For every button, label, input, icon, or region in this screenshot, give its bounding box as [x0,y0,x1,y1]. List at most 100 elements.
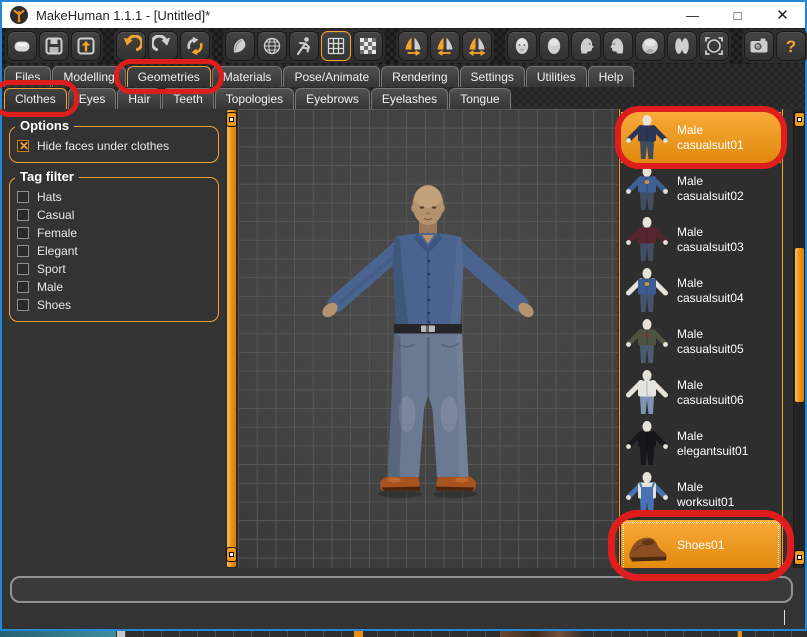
checkbox-row-male[interactable]: Male [17,278,211,296]
left-splitter-top-handle[interactable] [226,112,237,127]
list-item-casualsuit02[interactable]: Malecasualsuit02 [621,163,781,214]
list-item-casualsuit06[interactable]: Malecasualsuit06 [621,367,781,418]
toolbar-save-button[interactable] [39,31,69,61]
checkbox-row-hide-faces-under-clothes[interactable]: Hide faces under clothes [17,137,211,155]
list-item-elegantsuit01[interactable]: Maleelegantsuit01 [621,418,781,469]
toolbar-view-face-front-button[interactable] [507,31,537,61]
checkbox-row-female[interactable]: Female [17,224,211,242]
minimize-button[interactable]: — [670,2,715,28]
checkbox-label: Hide faces under clothes [37,139,169,153]
subtab-eyelashes[interactable]: Eyelashes [371,88,448,109]
tab-files[interactable]: Files [4,66,51,87]
list-item-casualsuit03[interactable]: Malecasualsuit03 [621,214,781,265]
clothes-list-scrollbar[interactable] [793,109,805,568]
view-frame-icon [703,35,725,57]
left-panel-splitter[interactable] [226,109,238,568]
toolbar-smooth-button[interactable] [225,31,255,61]
toolbar-screenshot-button[interactable] [744,31,774,61]
list-item-casualsuit01[interactable]: Malecasualsuit01 [621,112,781,163]
tagfilter-checkbox-shoes[interactable] [17,299,29,311]
subtab-teeth[interactable]: Teeth [162,88,213,109]
toolbar-symmetry-both-button[interactable] [462,31,492,61]
tab-settings[interactable]: Settings [460,66,525,87]
checkbox-row-hats[interactable]: Hats [17,188,211,206]
toolbar-grid-button[interactable] [321,31,351,61]
clothing-label-line2: casualsuit02 [677,189,744,204]
toolbar-pose-button[interactable] [289,31,319,61]
toolbar-undo-button[interactable] [116,31,146,61]
pose-icon [293,35,315,57]
toolbar-group [114,29,212,63]
clothing-label-line2: elegantsuit01 [677,444,748,459]
human-model[interactable] [278,177,578,512]
toolbar-wireframe-button[interactable] [257,31,287,61]
toolbar-view-frame-button[interactable] [699,31,729,61]
tab-materials[interactable]: Materials [212,66,283,87]
checkbox-row-shoes[interactable]: Shoes [17,296,211,314]
toolbar-background-button[interactable] [353,31,383,61]
undo-icon [120,35,142,57]
list-item-worksuit01[interactable]: Maleworksuit01 [621,469,781,520]
checkbox-label: Female [37,226,77,240]
tagfilter-checkbox-male[interactable] [17,281,29,293]
tab-pose-animate[interactable]: Pose/Animate [283,66,380,87]
scrollbar-bottom-handle[interactable] [794,550,805,565]
app-logo-icon [9,5,29,25]
toolbar-redo-button[interactable] [148,31,178,61]
symmetry-left-icon [434,35,456,57]
options-checkbox-hide-faces-under-clothes[interactable] [17,140,29,152]
subtab-clothes[interactable]: Clothes [4,88,67,109]
subtab-tongue[interactable]: Tongue [449,88,510,109]
tag-filter-group-title: Tag filter [15,169,79,184]
checkbox-row-sport[interactable]: Sport [17,260,211,278]
scrollbar-top-handle[interactable] [794,112,805,127]
content-area: Options Hide faces under clothes Tag fil… [2,109,805,568]
tab-help[interactable]: Help [588,66,635,87]
clothing-label-line1: Male [677,480,734,495]
subtab-eyes[interactable]: Eyes [68,88,117,109]
subtab-hair[interactable]: Hair [117,88,161,109]
list-item-shoes01[interactable]: Shoes01 [621,520,781,571]
left-splitter-bar[interactable] [227,110,236,567]
tagfilter-checkbox-elegant[interactable] [17,245,29,257]
toolbar-load-button[interactable] [71,31,101,61]
subtab-topologies[interactable]: Topologies [215,88,294,109]
tagfilter-checkbox-sport[interactable] [17,263,29,275]
toolbar-symmetry-left-button[interactable] [430,31,460,61]
toolbar-view-head-sides-button[interactable] [667,31,697,61]
toolbar-view-head-back-button[interactable] [539,31,569,61]
tab-utilities[interactable]: Utilities [526,66,587,87]
toolbar-help-button[interactable]: ? [776,31,806,61]
view-head-sides-icon [671,35,693,57]
tab-geometries[interactable]: Geometries [127,66,211,87]
tagfilter-checkbox-female[interactable] [17,227,29,239]
viewport-right-divider[interactable] [618,109,621,568]
clothing-thumbnail [624,216,670,264]
list-item-casualsuit04[interactable]: Malecasualsuit04 [621,265,781,316]
redo-icon [152,35,174,57]
scrollbar-thumb[interactable] [795,248,804,402]
list-right-divider[interactable] [781,109,793,568]
toolbar-view-head-left-button[interactable] [603,31,633,61]
subtab-eyebrows[interactable]: Eyebrows [295,88,370,109]
toolbar-reset-button[interactable] [180,31,210,61]
tagfilter-checkbox-hats[interactable] [17,191,29,203]
left-splitter-bottom-handle[interactable] [226,547,237,562]
smooth-icon [229,35,251,57]
tab-rendering[interactable]: Rendering [381,66,458,87]
checkbox-row-elegant[interactable]: Elegant [17,242,211,260]
progress-bar [10,576,793,603]
toolbar-view-head-right-button[interactable] [571,31,601,61]
checkbox-row-casual[interactable]: Casual [17,206,211,224]
toolbar-new-button[interactable] [7,31,37,61]
clothing-label-line1: Shoes01 [677,538,724,553]
list-item-casualsuit05[interactable]: Malecasualsuit05 [621,316,781,367]
tab-modelling[interactable]: Modelling [52,66,125,87]
maximize-button[interactable]: □ [715,2,760,28]
viewport-3d[interactable] [238,109,618,568]
toolbar-symmetry-right-button[interactable] [398,31,428,61]
close-button[interactable]: ✕ [760,2,805,28]
toolbar-view-head-top-button[interactable] [635,31,665,61]
checkbox-label: Shoes [37,298,71,312]
tagfilter-checkbox-casual[interactable] [17,209,29,221]
